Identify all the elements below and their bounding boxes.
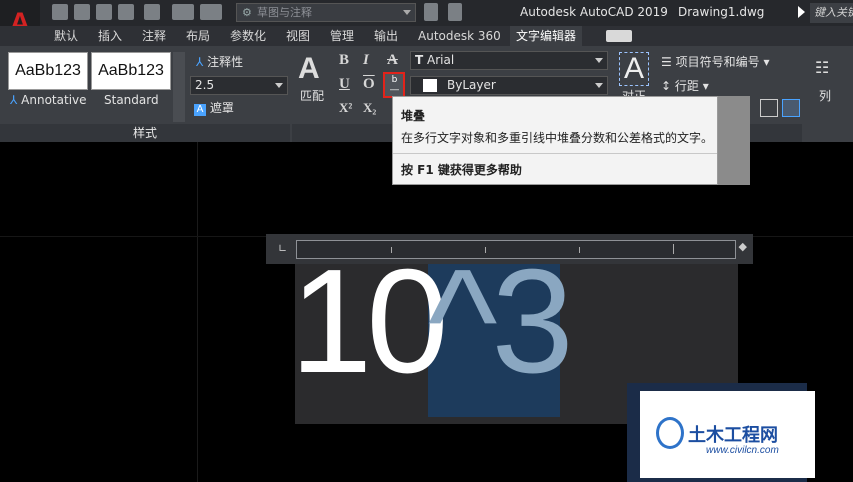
tab-autodesk-360[interactable]: Autodesk 360 (412, 26, 507, 46)
workspace-value: 草图与注释 (257, 6, 312, 19)
open-icon[interactable] (74, 4, 90, 20)
panel-title-style: 样式 (0, 124, 290, 142)
text-height-value: 2.5 (195, 78, 215, 92)
stack-tooltip: 堆叠 在多行文字对象和多重引线中堆叠分数和公差格式的文字。 按 F1 键获得更多… (392, 96, 718, 185)
ruler-tick (673, 244, 674, 254)
color-swatch (423, 79, 437, 92)
chevron-down-icon: ▾ (763, 55, 770, 69)
bullets-numbering-button[interactable]: ☰ 项目符号和编号 ▾ (661, 53, 769, 70)
style-name-annotative-label: Annotative (21, 93, 87, 107)
print-icon[interactable] (144, 4, 160, 20)
stack-button[interactable]: b ― (383, 72, 405, 98)
save-icon[interactable] (96, 4, 112, 20)
truetype-icon: T (415, 53, 424, 67)
line-spacing-label: 行距 (674, 79, 699, 93)
style-scroll[interactable] (173, 52, 185, 122)
color-combo[interactable]: ByLayer (410, 76, 608, 95)
italic-icon[interactable]: I (363, 52, 369, 69)
tab-view[interactable]: 视图 (280, 26, 316, 46)
ribbon-minimize-button[interactable] (606, 30, 632, 42)
document-title: Drawing1.dwg (678, 5, 765, 19)
text-style-standard[interactable]: AaBb123 (91, 52, 171, 90)
bold-icon[interactable]: B (339, 52, 349, 69)
chevron-down-icon: ▾ (702, 79, 709, 93)
tooltip-help: 按 F1 键获得更多帮助 (401, 163, 522, 177)
tab-stop-icon: ∟ (278, 242, 288, 255)
workspace-combo[interactable]: ⚙ 草图与注释 (236, 3, 416, 22)
civilcn-logo-icon (656, 417, 684, 449)
strikethrough-icon[interactable]: A (387, 52, 398, 69)
grid-line (197, 142, 198, 482)
annotative-toggle-label: 注释性 (207, 55, 244, 69)
mask-label: 遮罩 (209, 101, 234, 115)
text-height-combo[interactable]: 2.5 (190, 76, 288, 95)
tab-default[interactable]: 默认 (48, 26, 84, 46)
chevron-down-icon (595, 58, 603, 63)
export-icon[interactable] (448, 3, 462, 21)
match-format-icon[interactable]: A (298, 52, 320, 86)
mask-button[interactable]: A 遮罩 (194, 99, 234, 116)
tab-text-editor[interactable]: 文字编辑器 (510, 26, 583, 46)
chevron-down-icon (595, 83, 603, 88)
share-icon[interactable] (424, 3, 438, 21)
tab-layout[interactable]: 布局 (180, 26, 216, 46)
color-value: ByLayer (447, 78, 496, 92)
watermark-title: 土木工程网 (688, 425, 778, 445)
save-as-icon[interactable] (118, 4, 134, 20)
superscript-icon[interactable]: X² (339, 100, 352, 116)
font-combo[interactable]: T Arial (410, 51, 608, 70)
new-icon[interactable] (52, 4, 68, 20)
undo-icon[interactable] (172, 4, 194, 20)
annotative-icon: ⅄ (196, 55, 204, 69)
mask-icon: A (194, 104, 206, 116)
line-spacing-icon: ↕ (661, 79, 672, 93)
watermark-url: www.civilcn.com (706, 445, 779, 456)
tab-output[interactable]: 输出 (368, 26, 404, 46)
ruler-tick (579, 247, 580, 253)
columns-label: 列 (819, 89, 832, 103)
tab-manage[interactable]: 管理 (324, 26, 360, 46)
gear-icon: ⚙ (242, 6, 252, 19)
style-name-standard: Standard (104, 93, 159, 107)
chevron-down-icon (275, 83, 283, 88)
app-title: Autodesk AutoCAD 2019 (520, 5, 668, 19)
tooltip-description: 在多行文字对象和多重引线中堆叠分数和公差格式的文字。 (401, 131, 714, 145)
distribute-icon[interactable] (782, 99, 800, 117)
search-input[interactable]: 键入关键字或短语 (810, 3, 853, 23)
annotative-toggle[interactable]: ⅄ 注释性 (196, 53, 243, 70)
columns-icon[interactable]: ☷ (815, 58, 829, 77)
tab-parametric[interactable]: 参数化 (224, 26, 272, 46)
watermark: 土木工程网 www.civilcn.com (640, 391, 815, 478)
mtext-content[interactable]: 10 (290, 248, 449, 396)
underline-icon[interactable]: U (339, 76, 350, 93)
tab-annotate[interactable]: 注释 (136, 26, 172, 46)
redo-icon[interactable] (200, 4, 222, 20)
text-style-annotative[interactable]: AaBb123 (8, 52, 88, 90)
match-label: 匹配 (300, 89, 325, 103)
stack-fraction-icon: b ― (390, 75, 399, 95)
chevron-down-icon (403, 10, 411, 15)
play-arrow-icon[interactable] (798, 6, 805, 18)
ribbon-tabs: 默认 插入 注释 布局 参数化 视图 管理 输出 Autodesk 360 文字… (0, 26, 853, 46)
overline-icon[interactable]: O (363, 76, 375, 93)
list-icon: ☰ (661, 55, 672, 69)
mtext-selected-content[interactable]: ^3 (428, 248, 574, 396)
style-name-annotative: ⅄ Annotative (10, 93, 87, 107)
ruler-resize-icon[interactable]: ◆ (739, 240, 747, 253)
tab-insert[interactable]: 插入 (92, 26, 128, 46)
tooltip-divider (393, 153, 717, 154)
annotative-icon: ⅄ (10, 93, 18, 107)
font-value: Arial (427, 53, 455, 67)
justification-icon[interactable]: A (619, 52, 649, 86)
tooltip-title: 堆叠 (401, 109, 426, 123)
align-justify-icon[interactable] (760, 99, 778, 117)
subscript-icon[interactable]: X₂ (363, 100, 376, 116)
bullets-numbering-label: 项目符号和编号 (675, 55, 760, 69)
line-spacing-button[interactable]: ↕ 行距 ▾ (661, 77, 709, 94)
tooltip-shadow (718, 96, 750, 185)
